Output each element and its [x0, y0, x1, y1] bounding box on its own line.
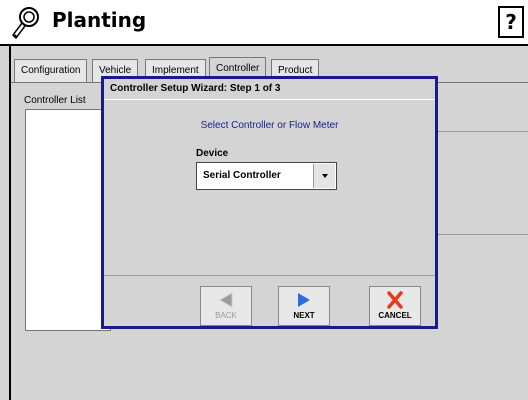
device-dropdown[interactable]: Serial Controller [196, 162, 337, 190]
cancel-button[interactable]: CANCEL [369, 286, 421, 326]
title-bar: Planting ? [0, 0, 528, 46]
chevron-down-icon [322, 174, 328, 178]
wizard-subtitle: Select Controller or Flow Meter [200, 120, 339, 131]
tab-configuration[interactable]: Configuration [14, 59, 88, 83]
wizard-button-divider [104, 275, 435, 276]
back-button-label: BACK [215, 311, 237, 320]
help-button[interactable]: ? [498, 6, 524, 38]
controller-list[interactable] [25, 109, 111, 331]
wrench-magnifier-icon [12, 7, 39, 40]
back-button[interactable]: BACK [200, 286, 252, 326]
dropdown-button[interactable] [313, 164, 335, 188]
right-arrow-icon [298, 293, 310, 307]
wizard-title: Controller Setup Wizard: Step 1 of 3 [110, 83, 281, 94]
x-icon [387, 291, 403, 309]
wizard-title-divider [104, 99, 435, 100]
page-title: Planting [52, 8, 147, 32]
device-selected-value: Serial Controller [203, 170, 281, 181]
device-label: Device [196, 148, 229, 159]
controller-details-panel [437, 131, 528, 235]
left-arrow-icon [219, 292, 233, 308]
next-button[interactable]: NEXT [278, 286, 330, 326]
controller-setup-wizard: Controller Setup Wizard: Step 1 of 3 Sel… [101, 76, 438, 329]
controller-list-label: Controller List [24, 95, 86, 106]
cancel-button-label: CANCEL [378, 311, 412, 320]
next-button-label: NEXT [293, 311, 315, 320]
bottom-strip [11, 392, 528, 400]
